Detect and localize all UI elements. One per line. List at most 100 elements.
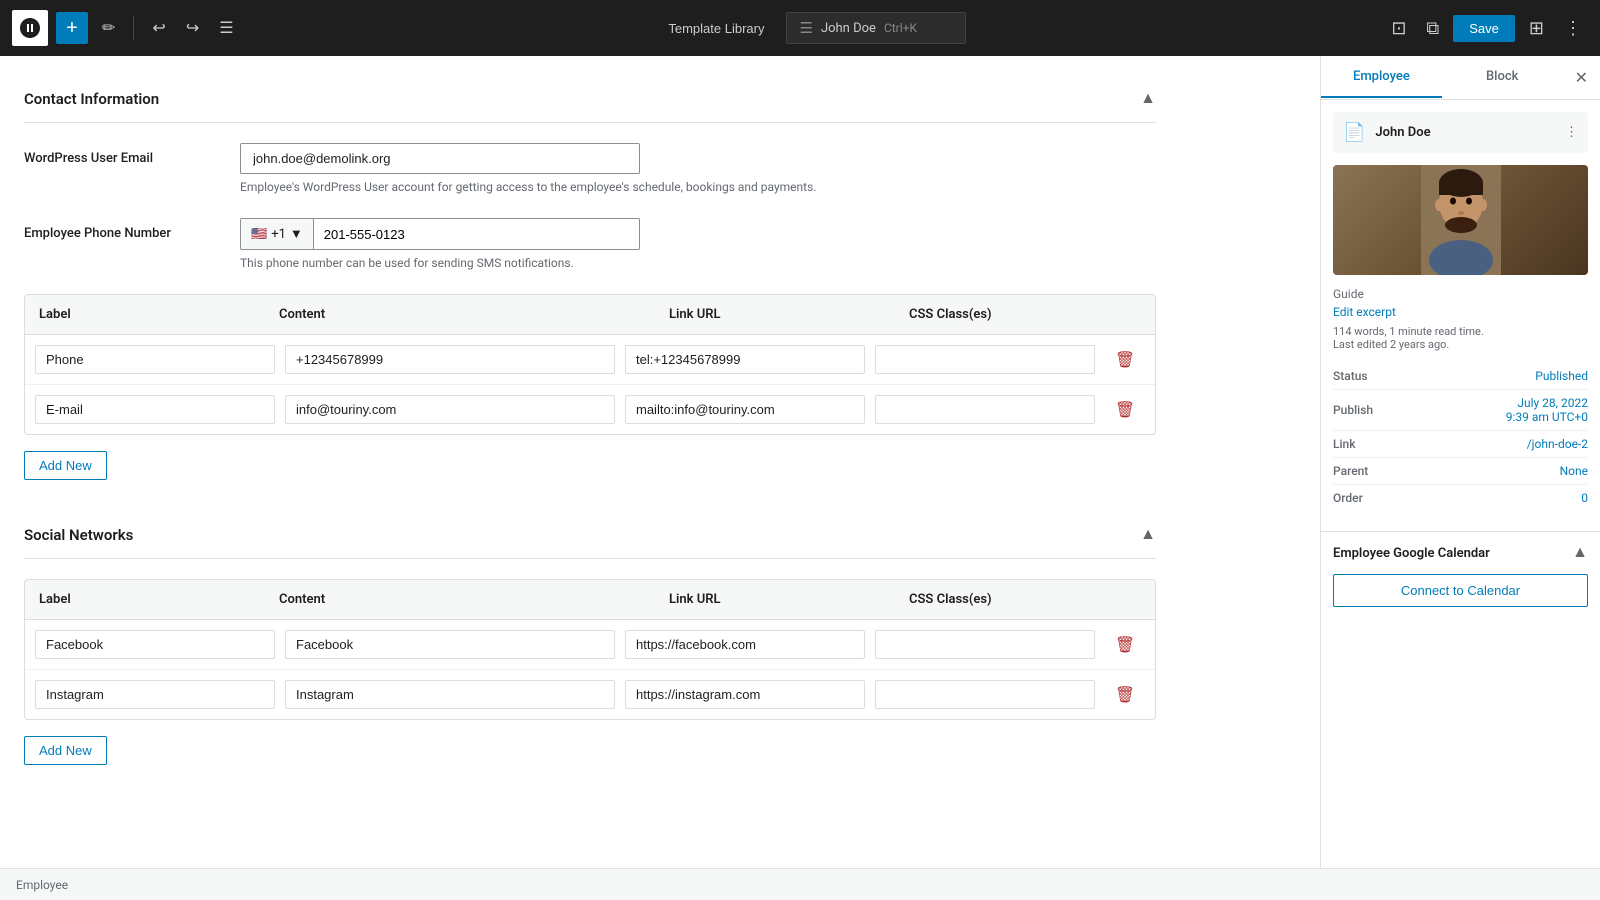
- toolbar-center: Template Library ☰ John Doe Ctrl+K: [248, 12, 1378, 44]
- connect-to-calendar-button[interactable]: Connect to Calendar: [1333, 574, 1588, 607]
- phone-number-input[interactable]: [314, 220, 639, 249]
- menu-button[interactable]: ☰: [213, 12, 239, 44]
- bottom-bar: Employee: [0, 868, 1600, 900]
- contact-row2-link-input[interactable]: [625, 395, 865, 424]
- contact-row1-css-input[interactable]: [875, 345, 1095, 374]
- publish-value-wrapper: July 28, 2022 9:39 am UTC+0: [1506, 396, 1588, 424]
- email-input[interactable]: [240, 143, 640, 174]
- publish-label: Publish: [1333, 403, 1373, 417]
- guide-label: Guide: [1333, 287, 1588, 301]
- template-library-button[interactable]: Template Library: [658, 15, 774, 42]
- content-area: Contact Information ▲ WordPress User Ema…: [0, 56, 1320, 868]
- social-col-label-header: Label: [25, 580, 265, 619]
- sidebar: Employee Block ✕ 📄 John Doe ⋮: [1320, 56, 1600, 868]
- contact-row2-content-input[interactable]: [285, 395, 615, 424]
- contact-table-header: Label Content Link URL CSS Class(es): [25, 295, 1155, 335]
- link-label: Link: [1333, 437, 1355, 451]
- order-label: Order: [1333, 491, 1363, 505]
- contact-table-row: 🗑: [25, 385, 1155, 434]
- toolbar-right: ⊡ ⧉ Save ⊞ ⋮: [1385, 12, 1588, 45]
- contact-row1-content-input[interactable]: [285, 345, 615, 374]
- redo-button[interactable]: ↪: [180, 12, 205, 44]
- contact-row1-link-input[interactable]: [625, 345, 865, 374]
- google-calendar-section: Employee Google Calendar ▲ Connect to Ca…: [1321, 531, 1600, 619]
- social-row2-label-input[interactable]: [35, 680, 275, 709]
- social-row1-label-input[interactable]: [35, 630, 275, 659]
- meta-section: Status Published Publish July 28, 2022 9…: [1333, 363, 1588, 511]
- contact-info-title: Contact Information: [24, 90, 159, 108]
- social-row1-content-input[interactable]: [285, 630, 615, 659]
- word-count-text: 114 words, 1 minute read time.: [1333, 325, 1588, 338]
- more-options-icon[interactable]: ⋮: [1558, 12, 1588, 45]
- add-block-button[interactable]: +: [56, 12, 88, 44]
- status-value[interactable]: Published: [1535, 369, 1588, 383]
- phone-flag-selector[interactable]: 🇺🇸 +1 ▼: [241, 219, 314, 249]
- contact-row2-delete-button[interactable]: 🗑: [1105, 396, 1145, 424]
- preview-icon[interactable]: ⊡: [1385, 12, 1412, 45]
- dropdown-arrow-icon: ▼: [290, 226, 303, 242]
- contact-col-css-header: CSS Class(es): [895, 295, 1115, 334]
- social-row1-link-input[interactable]: [625, 630, 865, 659]
- contact-info-section-header: Contact Information ▲: [24, 76, 1156, 123]
- bottom-bar-label: Employee: [16, 878, 68, 892]
- main-toolbar: + ✏ ↩ ↪ ☰ Template Library ☰ John Doe Ct…: [0, 0, 1600, 56]
- contact-row2-css-input[interactable]: [875, 395, 1095, 424]
- social-table-row: 🗑: [25, 670, 1155, 719]
- document-title-text: John Doe: [821, 21, 876, 36]
- social-row2-css-input[interactable]: [875, 680, 1095, 709]
- contact-row2-label-input[interactable]: [35, 395, 275, 424]
- email-form-row: WordPress User Email Employee's WordPres…: [24, 143, 1156, 194]
- calendar-collapse-button[interactable]: ▲: [1572, 544, 1588, 562]
- sidebar-tabs-row: Employee Block ✕: [1321, 56, 1600, 100]
- spacer: [24, 480, 1156, 512]
- social-row2-delete-button[interactable]: 🗑: [1105, 681, 1145, 709]
- document-title-area[interactable]: ☰ John Doe Ctrl+K: [786, 12, 966, 44]
- contact-col-label-header: Label: [25, 295, 265, 334]
- contact-row1-label-input[interactable]: [35, 345, 275, 374]
- social-row1-delete-button[interactable]: 🗑: [1105, 631, 1145, 659]
- social-data-table: Label Content Link URL CSS Class(es) 🗑: [24, 579, 1156, 720]
- social-row2-content-input[interactable]: [285, 680, 615, 709]
- sidebar-employee-content: 📄 John Doe ⋮: [1321, 100, 1600, 531]
- external-link-icon[interactable]: ⧉: [1420, 12, 1445, 45]
- edit-button[interactable]: ✏: [96, 12, 121, 44]
- tab-employee[interactable]: Employee: [1321, 57, 1442, 98]
- contact-row1-delete-button[interactable]: 🗑: [1105, 346, 1145, 374]
- publish-time[interactable]: 9:39 am UTC+0: [1506, 410, 1588, 424]
- email-label: WordPress User Email: [24, 143, 224, 166]
- save-button[interactable]: Save: [1453, 15, 1515, 42]
- guide-section: Guide Edit excerpt 114 words, 1 minute r…: [1333, 287, 1588, 351]
- tab-block[interactable]: Block: [1442, 57, 1563, 98]
- social-row1-css-input[interactable]: [875, 630, 1095, 659]
- social-networks-collapse-button[interactable]: ▲: [1140, 526, 1156, 544]
- contact-info-collapse-button[interactable]: ▲: [1140, 90, 1156, 108]
- email-help-text: Employee's WordPress User account for ge…: [240, 180, 1156, 194]
- avatar-image: [1333, 165, 1588, 275]
- link-row: Link /john-doe-2: [1333, 431, 1588, 458]
- social-row2-link-input[interactable]: [625, 680, 865, 709]
- contact-col-link-header: Link URL: [655, 295, 895, 334]
- social-add-new-button[interactable]: Add New: [24, 736, 107, 765]
- order-row: Order 0: [1333, 485, 1588, 511]
- link-value[interactable]: /john-doe-2: [1527, 437, 1588, 451]
- main-layout: Contact Information ▲ WordPress User Ema…: [0, 56, 1600, 868]
- contact-add-new-button[interactable]: Add New: [24, 451, 107, 480]
- calendar-section-header: Employee Google Calendar ▲: [1333, 544, 1588, 562]
- phone-form-row: Employee Phone Number 🇺🇸 +1 ▼ This phone…: [24, 218, 1156, 270]
- bottom-spacer: [24, 765, 1156, 805]
- contact-col-content-header: Content: [265, 295, 655, 334]
- wp-logo[interactable]: [12, 10, 48, 46]
- phone-help-text: This phone number can be used for sendin…: [240, 256, 1156, 270]
- sidebar-close-button[interactable]: ✕: [1563, 56, 1600, 99]
- undo-button[interactable]: ↩: [146, 12, 171, 44]
- shortcut-hint: Ctrl+K: [884, 21, 917, 35]
- employee-more-icon[interactable]: ⋮: [1565, 125, 1578, 140]
- parent-label: Parent: [1333, 464, 1368, 478]
- settings-icon[interactable]: ⊞: [1523, 12, 1550, 45]
- flag-icon: 🇺🇸: [251, 227, 267, 242]
- order-value[interactable]: 0: [1581, 491, 1588, 505]
- social-table-row: 🗑: [25, 620, 1155, 670]
- parent-value[interactable]: None: [1560, 464, 1588, 478]
- edit-excerpt-link[interactable]: Edit excerpt: [1333, 305, 1588, 319]
- publish-date[interactable]: July 28, 2022: [1517, 396, 1588, 410]
